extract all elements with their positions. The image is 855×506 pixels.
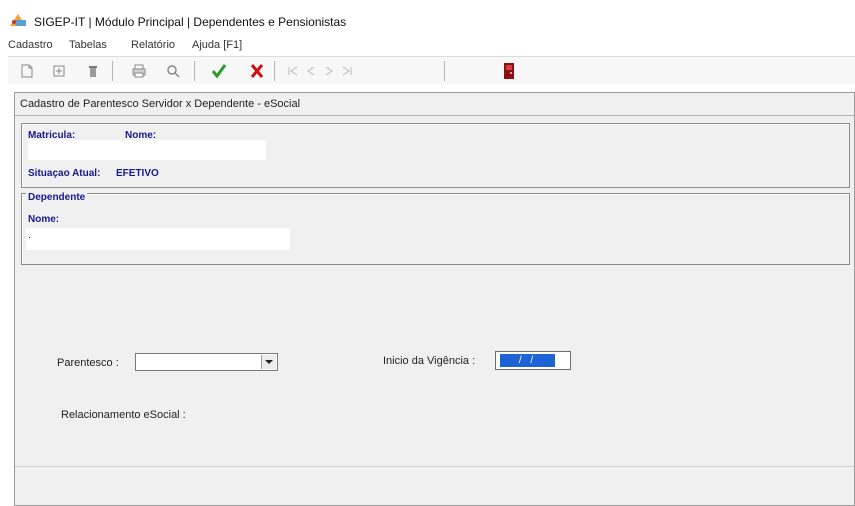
cancel-button[interactable] [246, 60, 268, 82]
inicio-vigencia-value: / / [500, 354, 555, 367]
print-button[interactable] [128, 60, 150, 82]
exit-door-icon [504, 63, 514, 79]
delete-icon [89, 66, 97, 77]
print-icon [132, 64, 146, 78]
search-button[interactable] [162, 60, 184, 82]
prev-record-icon [307, 66, 315, 76]
delete-button[interactable] [82, 60, 104, 82]
parentesco-select[interactable] [135, 353, 278, 371]
situacao-label: Situaçao Atual: [28, 168, 101, 179]
window-titlebar: SIGEP-IT | Módulo Principal | Dependente… [0, 0, 855, 34]
nome-dependente-value: . [28, 230, 31, 241]
dependente-group: Dependente Nome: . [21, 192, 850, 265]
menu-bar: Cadastro Tabelas Relatório Ajuda [F1] [0, 35, 855, 55]
search-icon [167, 65, 180, 78]
toolbar [8, 56, 855, 86]
menu-relatorio[interactable]: Relatório [131, 39, 175, 51]
first-record-icon [288, 66, 298, 76]
nome-servidor-field[interactable] [28, 140, 266, 160]
nome-dependente-label: Nome: [28, 214, 60, 225]
app-logo-icon [10, 14, 26, 26]
toolbar-separator [274, 61, 275, 81]
toolbar-separator [444, 61, 445, 81]
toolbar-separator [194, 61, 195, 81]
next-record-icon [325, 66, 333, 76]
dropdown-button[interactable] [261, 355, 276, 369]
form-title: Cadastro de Parentesco Servidor x Depend… [20, 98, 301, 110]
open-button[interactable] [48, 60, 70, 82]
new-doc-icon [21, 64, 33, 78]
last-record-icon [342, 66, 352, 76]
form-titlebar: Cadastro de Parentesco Servidor x Depend… [15, 93, 854, 116]
situacao-value: EFETIVO [116, 168, 159, 179]
form-bottom-panel [15, 466, 854, 505]
dependente-group-label: Dependente [26, 192, 88, 203]
relacionamento-label: Relacionamento eSocial : [61, 409, 186, 421]
toolbar-separator [112, 61, 113, 81]
mdi-client-area: Cadastro de Parentesco Servidor x Depend… [8, 84, 855, 506]
exit-button[interactable] [498, 60, 520, 82]
open-icon [53, 65, 65, 77]
nome-dependente-field[interactable]: . [26, 228, 290, 250]
window-title: SIGEP-IT | Módulo Principal | Dependente… [34, 15, 347, 29]
inicio-vigencia-label: Inicio da Vigência : [383, 355, 476, 367]
last-record-button[interactable] [336, 60, 358, 82]
cancel-x-icon [250, 64, 264, 78]
menu-cadastro[interactable]: Cadastro [8, 39, 53, 51]
confirm-check-icon [211, 64, 227, 79]
servidor-group: Matricula: Nome: Situaçao Atual: EFETIVO [21, 123, 850, 188]
form-window: Cadastro de Parentesco Servidor x Depend… [14, 92, 855, 506]
menu-ajuda[interactable]: Ajuda [F1] [192, 39, 242, 51]
inicio-vigencia-field[interactable]: / / [495, 351, 571, 370]
parentesco-label: Parentesco : [57, 357, 119, 369]
chevron-down-icon [265, 360, 273, 364]
new-doc-button[interactable] [16, 60, 38, 82]
confirm-button[interactable] [208, 60, 230, 82]
menu-tabelas[interactable]: Tabelas [69, 39, 107, 51]
